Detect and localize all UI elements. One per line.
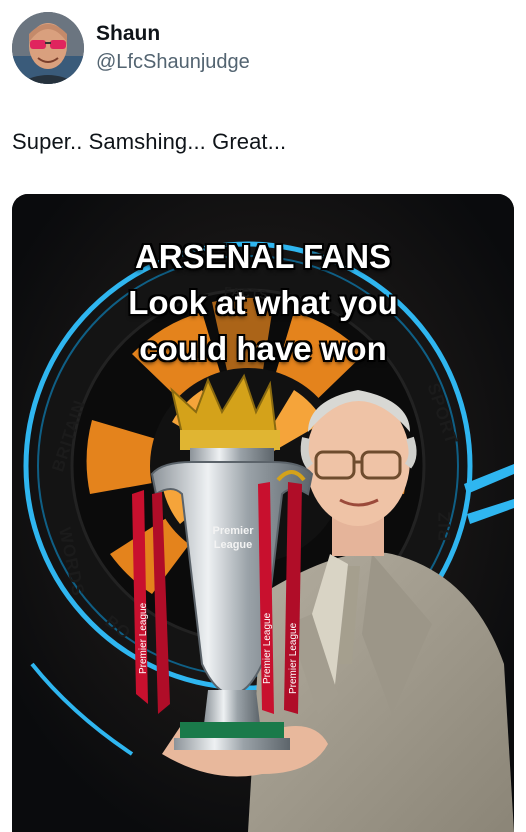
author-names: Shaun @LfcShaunjudge: [96, 21, 250, 74]
ribbon-text-far-right: Premier League: [288, 622, 299, 694]
caption-line-3: could have won: [139, 330, 387, 367]
tweet-text: Super.. Samshing... Great...: [12, 129, 287, 154]
display-name[interactable]: Shaun: [96, 21, 250, 47]
caption-line-1: ARSENAL FANS: [134, 238, 392, 275]
meme-caption: ARSENAL FANS Look at what you could have…: [12, 234, 514, 372]
avatar[interactable]: [12, 12, 84, 84]
user-handle[interactable]: @LfcShaunjudge: [96, 50, 250, 75]
ring-label-biz: BIZ: [435, 510, 455, 542]
trophy-engraving: Premier League: [212, 525, 254, 551]
tweet-media-image[interactable]: ARSENAL FANS Look at what you could have…: [12, 194, 514, 832]
ribbon-text-left: Premier League: [138, 602, 149, 674]
ribbon-text-right: Premier League: [262, 612, 273, 684]
tweet-header: Shaun @LfcShaunjudge: [12, 12, 250, 84]
